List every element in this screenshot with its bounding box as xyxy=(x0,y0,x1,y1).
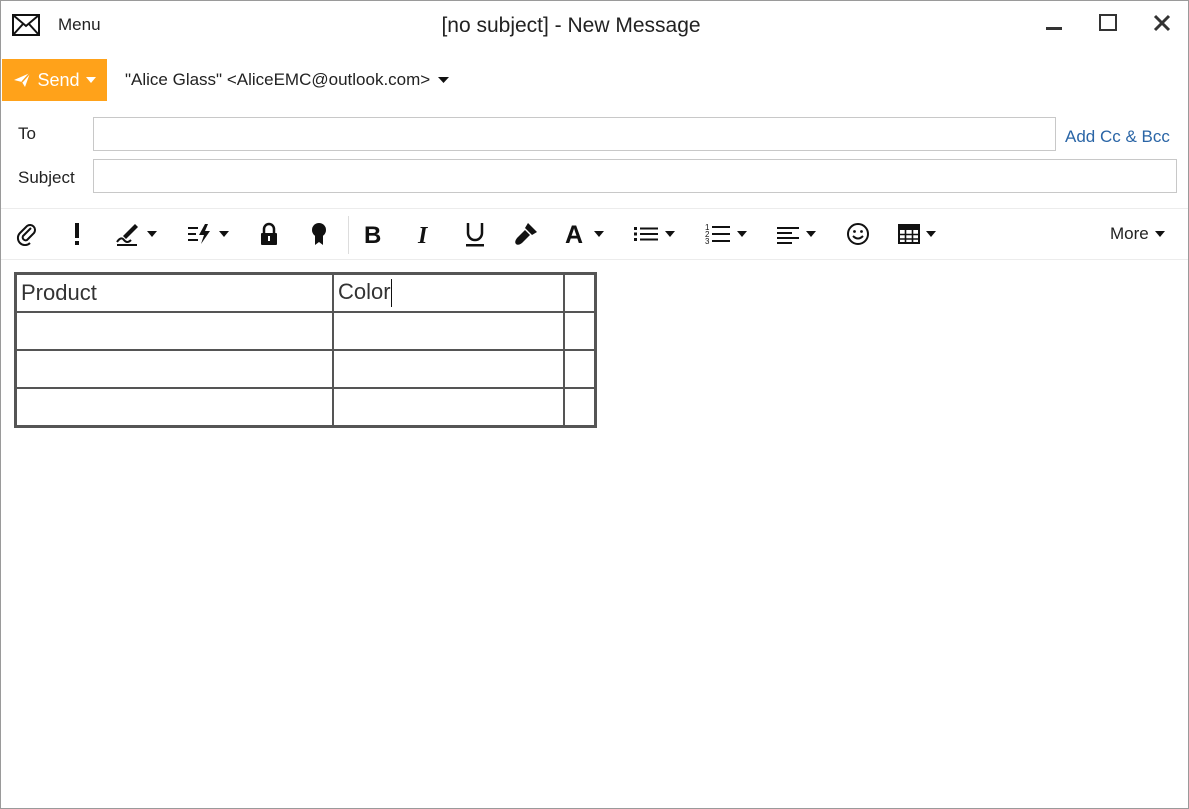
bullet-list-icon xyxy=(634,227,658,241)
table-cell-text: Color xyxy=(338,278,391,304)
table-row: Product Color xyxy=(16,274,595,312)
close-icon[interactable] xyxy=(1147,11,1177,37)
table-cell[interactable] xyxy=(333,312,564,350)
chevron-down-icon xyxy=(926,231,936,237)
table-cell[interactable] xyxy=(564,350,595,388)
align-icon xyxy=(777,227,799,244)
signature-button[interactable] xyxy=(115,219,157,249)
format-painter-icon xyxy=(515,223,537,245)
svg-text:A: A xyxy=(565,222,583,246)
to-label: To xyxy=(18,124,36,143)
attach-icon xyxy=(16,224,36,246)
chevron-down-icon xyxy=(147,231,157,237)
importance-icon xyxy=(75,223,79,245)
encrypt-button[interactable] xyxy=(259,219,279,249)
table-cell[interactable] xyxy=(16,312,333,350)
underline-button[interactable] xyxy=(463,219,487,249)
to-field[interactable] xyxy=(93,117,1056,151)
send-plane-icon xyxy=(14,72,32,87)
chevron-down-icon xyxy=(1154,231,1165,237)
compose-window: Menu [no subject] - New Message Send "Al… xyxy=(0,0,1189,809)
svg-text:B: B xyxy=(364,222,381,246)
quick-parts-icon xyxy=(188,224,210,244)
chevron-down-icon xyxy=(438,77,450,83)
title-bar: Menu [no subject] - New Message xyxy=(1,1,1188,51)
table-cell[interactable] xyxy=(564,274,595,312)
table-cell[interactable]: Product xyxy=(16,274,333,312)
subject-label: Subject xyxy=(18,168,75,187)
table-button[interactable] xyxy=(898,219,936,249)
svg-text:I: I xyxy=(417,223,429,246)
minimize-icon[interactable] xyxy=(1039,11,1069,37)
chevron-down-icon xyxy=(85,77,96,83)
table-cell[interactable] xyxy=(333,388,564,426)
toolbar-separator xyxy=(348,216,349,254)
numbered-list-button[interactable]: 1 2 3 xyxy=(705,219,747,249)
align-button[interactable] xyxy=(776,219,816,249)
importance-button[interactable] xyxy=(69,219,85,249)
table-cell[interactable] xyxy=(333,350,564,388)
table-icon xyxy=(898,224,920,244)
table-row xyxy=(16,388,595,426)
chevron-down-icon xyxy=(737,231,747,237)
more-label: More xyxy=(1110,224,1149,243)
chevron-down-icon xyxy=(665,231,675,237)
add-cc-bcc-link[interactable]: Add Cc & Bcc xyxy=(1065,127,1170,147)
numbered-list-icon: 1 2 3 xyxy=(705,223,730,246)
table-row xyxy=(16,312,595,350)
encrypt-icon xyxy=(261,222,277,245)
table-row xyxy=(16,350,595,388)
formatting-toolbar: B I A 1 2 3 More xyxy=(1,208,1188,260)
table-cell[interactable]: Color xyxy=(333,274,564,312)
font-color-button[interactable]: A xyxy=(564,219,604,249)
signature-icon xyxy=(116,224,138,246)
attach-button[interactable] xyxy=(15,219,39,249)
quick-parts-button[interactable] xyxy=(187,219,229,249)
svg-text:3: 3 xyxy=(705,237,710,246)
chevron-down-icon xyxy=(594,231,604,237)
maximize-icon[interactable] xyxy=(1093,11,1123,37)
message-body[interactable]: Product Color xyxy=(1,260,1188,808)
bold-button[interactable]: B xyxy=(363,219,385,249)
emoji-button[interactable] xyxy=(846,219,870,249)
italic-icon: I xyxy=(417,223,429,246)
bold-icon: B xyxy=(364,222,381,246)
from-account-select[interactable]: "Alice Glass" <AliceEMC@outlook.com> xyxy=(125,70,450,90)
certificate-button[interactable] xyxy=(309,219,329,249)
format-painter-button[interactable] xyxy=(513,219,539,249)
chevron-down-icon xyxy=(219,231,229,237)
window-title: [no subject] - New Message xyxy=(441,14,701,37)
emoji-icon xyxy=(847,223,869,245)
underline-icon xyxy=(466,223,484,247)
font-color-icon: A xyxy=(565,222,583,246)
table-cell[interactable] xyxy=(16,350,333,388)
bullet-list-button[interactable] xyxy=(633,219,675,249)
table-cell[interactable] xyxy=(16,388,333,426)
body-table[interactable]: Product Color xyxy=(14,272,597,428)
send-label: Send xyxy=(37,69,80,90)
certificate-icon xyxy=(312,223,326,245)
italic-button[interactable]: I xyxy=(415,219,435,249)
text-caret xyxy=(390,279,392,308)
table-cell[interactable] xyxy=(564,312,595,350)
table-cell[interactable] xyxy=(564,388,595,426)
subject-field[interactable] xyxy=(93,159,1177,193)
more-button[interactable]: More xyxy=(1110,224,1165,244)
send-button[interactable]: Send xyxy=(2,59,107,101)
chevron-down-icon xyxy=(806,231,816,237)
from-account-label: "Alice Glass" <AliceEMC@outlook.com> xyxy=(125,70,431,89)
